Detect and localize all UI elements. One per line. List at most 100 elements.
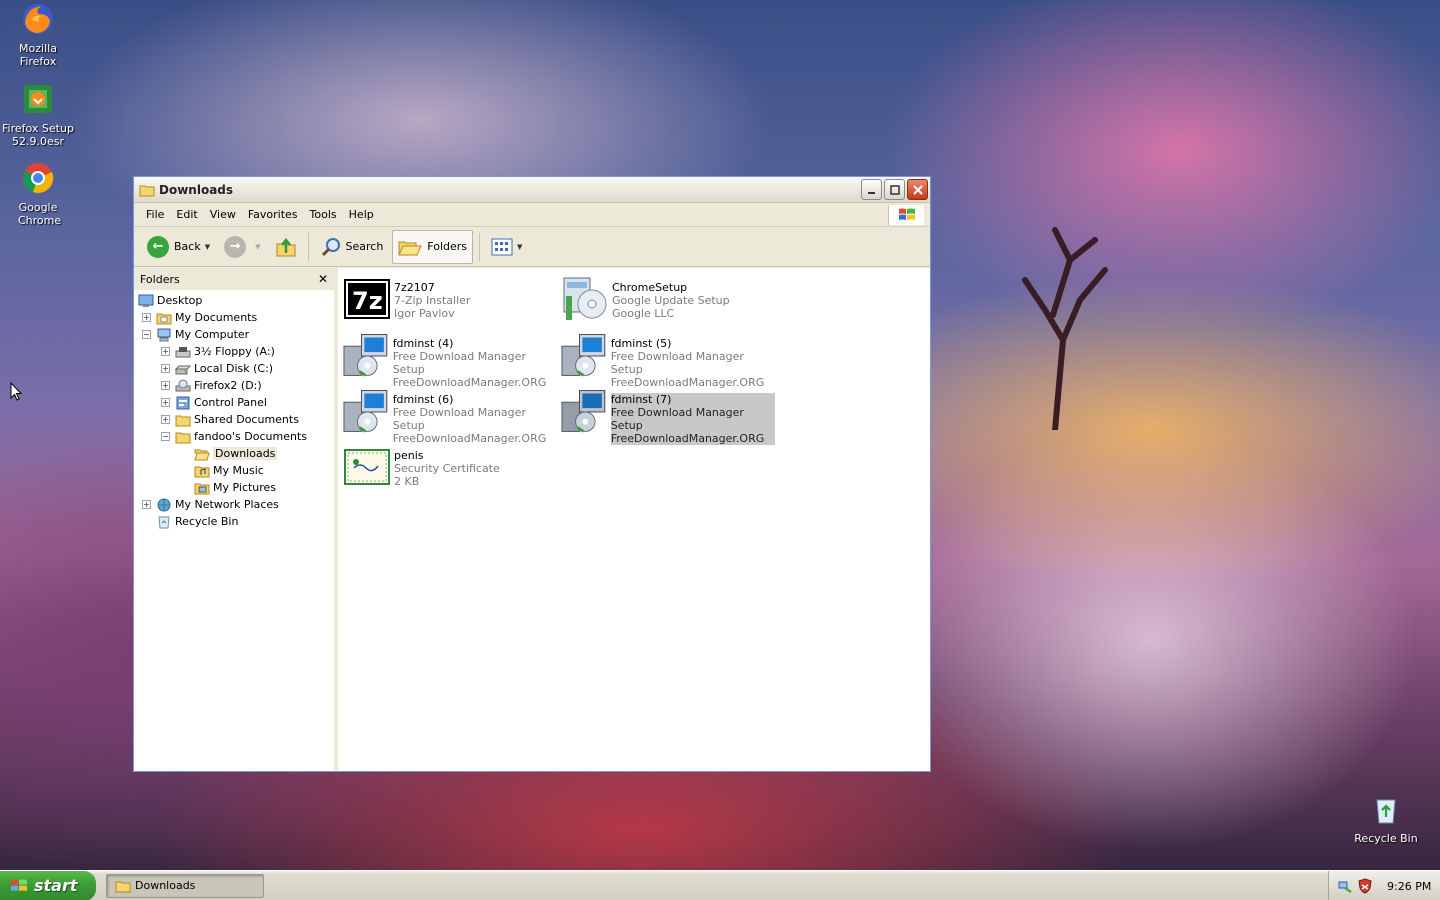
folders-pane: Folders ✕ Desktop + My Documents − My Co… bbox=[134, 268, 338, 771]
dropdown-arrow-icon[interactable]: ▼ bbox=[517, 243, 522, 251]
folder-icon bbox=[175, 432, 191, 443]
tree-item-recycle-bin[interactable]: Recycle Bin bbox=[134, 513, 334, 530]
wallpaper-tree bbox=[1022, 227, 1108, 430]
forward-button[interactable]: → ▼ bbox=[219, 230, 265, 264]
minimize-icon bbox=[867, 191, 875, 194]
fdm-setup-icon bbox=[343, 390, 388, 433]
menu-view[interactable]: View bbox=[204, 208, 242, 221]
window-title: Downloads bbox=[159, 182, 234, 197]
toolbar: ← Back ▼ → ▼ Search Folders ▼ bbox=[134, 227, 930, 267]
file-item[interactable]: fdminst (5) Free Download Manager Setup … bbox=[560, 332, 775, 389]
expand-plus-icon[interactable]: + bbox=[161, 381, 170, 390]
tree-item-floppy[interactable]: + 3½ Floppy (A:) bbox=[134, 343, 334, 360]
tree-item-label: Control Panel bbox=[194, 396, 267, 409]
tree-item-label: Shared Documents bbox=[194, 413, 299, 426]
close-pane-icon[interactable]: ✕ bbox=[318, 272, 328, 286]
explorer-body: Folders ✕ Desktop + My Documents − My Co… bbox=[134, 268, 930, 771]
mouse-cursor-icon bbox=[10, 382, 22, 401]
tree-item-shared-documents[interactable]: + Shared Documents bbox=[134, 411, 334, 428]
music-folder-icon bbox=[194, 466, 210, 477]
installer-icon bbox=[24, 85, 52, 113]
file-item-selected[interactable]: fdminst (7) Free Download Manager Setup … bbox=[560, 388, 775, 445]
up-folder-icon bbox=[276, 237, 295, 256]
windows-logo bbox=[888, 205, 924, 225]
menu-tools[interactable]: Tools bbox=[304, 208, 343, 221]
expand-plus-icon[interactable]: + bbox=[161, 398, 170, 407]
file-name: 7z2107 bbox=[394, 281, 435, 294]
security-shield-icon[interactable] bbox=[1357, 878, 1373, 894]
fdm-setup-icon bbox=[561, 390, 606, 433]
maximize-button[interactable] bbox=[884, 179, 905, 200]
tree-item-control-panel[interactable]: + Control Panel bbox=[134, 394, 334, 411]
taskbar-button-label: Downloads bbox=[135, 879, 196, 892]
menu-edit[interactable]: Edit bbox=[170, 208, 203, 221]
file-item[interactable]: ChromeSetup Google Update Setup Google L… bbox=[560, 276, 775, 328]
up-button[interactable] bbox=[270, 230, 302, 264]
tree-item-network-places[interactable]: + My Network Places bbox=[134, 496, 334, 513]
start-button[interactable]: start bbox=[0, 870, 96, 900]
file-description: Free Download Manager Setup bbox=[610, 350, 744, 376]
chrome-icon bbox=[23, 163, 54, 193]
maximize-icon bbox=[889, 184, 900, 195]
tree-item-cd-drive[interactable]: + Firefox2 (D:) bbox=[134, 377, 334, 394]
tree-item-user-documents[interactable]: − fandoo's Documents bbox=[134, 428, 334, 445]
tree-item-label: 3½ Floppy (A:) bbox=[194, 345, 275, 358]
menu-favorites[interactable]: Favorites bbox=[242, 208, 304, 221]
menu-bar: File Edit View Favorites Tools Help bbox=[134, 203, 930, 227]
close-button[interactable] bbox=[907, 179, 928, 200]
desktop-icon-label: Google Chrome bbox=[18, 201, 62, 227]
setup-package-icon bbox=[563, 277, 607, 320]
search-button[interactable]: Search bbox=[315, 230, 389, 264]
expand-plus-icon[interactable]: + bbox=[142, 500, 151, 509]
folders-button[interactable]: Folders bbox=[392, 229, 474, 264]
search-label: Search bbox=[345, 240, 384, 253]
computer-icon bbox=[157, 328, 171, 341]
recycle-bin-icon bbox=[1376, 799, 1396, 824]
tree-item-label: Firefox2 (D:) bbox=[194, 379, 262, 392]
tree-item-desktop[interactable]: Desktop bbox=[134, 292, 334, 309]
file-item[interactable]: fdminst (4) Free Download Manager Setup … bbox=[342, 332, 557, 389]
desktop-icon-firefox[interactable]: Mozilla Firefox bbox=[0, 2, 76, 68]
tree-item-downloads[interactable]: Downloads bbox=[134, 445, 334, 462]
dropdown-arrow-icon[interactable]: ▼ bbox=[205, 243, 210, 251]
desktop-icon-chrome[interactable]: Google Chrome bbox=[0, 161, 76, 227]
tree-item-label: My Network Places bbox=[175, 498, 279, 511]
file-item[interactable]: fdminst (6) Free Download Manager Setup … bbox=[342, 388, 557, 445]
tree-item-label: Downloads bbox=[213, 447, 278, 460]
clock[interactable]: 9:26 PM bbox=[1387, 880, 1431, 893]
tree-item-my-music[interactable]: My Music bbox=[134, 462, 334, 479]
tree-item-my-computer[interactable]: − My Computer bbox=[134, 326, 334, 343]
menu-file[interactable]: File bbox=[140, 208, 170, 221]
file-item[interactable]: penis Security Certificate 2 KB bbox=[342, 444, 557, 496]
expand-plus-icon[interactable]: + bbox=[161, 347, 170, 356]
collapse-minus-icon[interactable]: − bbox=[142, 330, 151, 339]
minimize-button[interactable] bbox=[861, 179, 882, 200]
recycle-bin-icon bbox=[158, 516, 170, 528]
menu-help[interactable]: Help bbox=[343, 208, 380, 221]
taskbar-button-downloads[interactable]: Downloads bbox=[106, 873, 264, 898]
back-button[interactable]: ← Back ▼ bbox=[142, 230, 215, 264]
desktop-icon-recycle-bin[interactable]: Recycle Bin bbox=[1348, 792, 1424, 845]
dropdown-arrow-icon: ▼ bbox=[255, 242, 261, 251]
tree-item-local-disk[interactable]: + Local Disk (C:) bbox=[134, 360, 334, 377]
views-button[interactable]: ▼ bbox=[486, 230, 527, 264]
tree-item-label: My Pictures bbox=[213, 481, 277, 494]
file-item[interactable]: 7z 7z2107 7-Zip Installer Igor Pavlov bbox=[342, 276, 557, 328]
tree-item-label: My Music bbox=[213, 464, 264, 477]
file-size: 2 KB bbox=[394, 475, 420, 488]
file-company: Google LLC bbox=[612, 307, 675, 320]
folders-pane-header: Folders ✕ bbox=[134, 268, 334, 290]
network-tray-icon[interactable] bbox=[1337, 878, 1353, 894]
expand-plus-icon[interactable]: + bbox=[142, 313, 151, 322]
tree-item-my-pictures[interactable]: My Pictures bbox=[134, 479, 334, 496]
tree-item-my-documents[interactable]: + My Documents bbox=[134, 309, 334, 326]
file-description: Free Download Manager Setup bbox=[392, 350, 526, 376]
collapse-minus-icon[interactable]: − bbox=[161, 432, 170, 441]
expand-plus-icon[interactable]: + bbox=[161, 364, 170, 373]
toolbar-separator bbox=[479, 232, 481, 261]
desktop-icon-firefox-setup[interactable]: Firefox Setup 52.9.0esr bbox=[0, 82, 76, 148]
expand-plus-icon[interactable]: + bbox=[161, 415, 170, 424]
title-bar[interactable]: Downloads bbox=[134, 177, 930, 203]
security-certificate-icon bbox=[344, 449, 390, 485]
toolbar-separator bbox=[307, 232, 309, 261]
